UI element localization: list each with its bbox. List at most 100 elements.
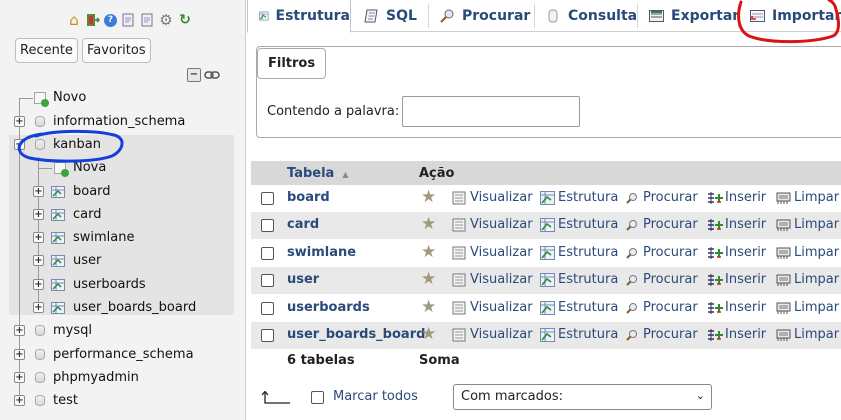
action-structure[interactable]: Estrutura <box>540 190 618 205</box>
tab-import[interactable]: Importar <box>750 0 841 32</box>
tab-query[interactable]: Consulta <box>546 0 637 32</box>
action-empty[interactable]: Limpar <box>776 327 839 342</box>
action-empty[interactable]: Limpar <box>776 190 839 205</box>
collapse-all-button[interactable]: − <box>187 68 201 82</box>
tree-item-label: Novo <box>53 90 87 105</box>
action-empty[interactable]: Limpar <box>776 300 839 315</box>
row-checkbox[interactable] <box>261 274 274 287</box>
reload-icon[interactable]: ↻ <box>177 12 193 28</box>
search-icon <box>625 218 639 232</box>
action-search[interactable]: Procurar <box>625 190 698 205</box>
with-selected-dropdown[interactable]: Com marcados: ⌄ <box>453 384 712 410</box>
action-empty[interactable]: Limpar <box>776 217 839 232</box>
row-checkbox[interactable] <box>261 192 274 205</box>
tab-search[interactable]: Procurar <box>440 0 530 32</box>
docs-icon[interactable] <box>120 12 136 28</box>
favorite-star-icon[interactable]: ★ <box>421 189 436 206</box>
column-header-table[interactable]: Tabela ▲ <box>287 166 348 181</box>
tab-recent[interactable]: Recente <box>15 38 78 63</box>
expand-icon[interactable]: + <box>33 232 44 243</box>
action-empty[interactable]: Limpar <box>776 272 839 287</box>
mark-all-link[interactable]: Marcar todos <box>333 389 418 404</box>
exit-icon[interactable] <box>85 12 101 28</box>
tab-sql[interactable]: SQL <box>364 0 417 32</box>
expand-icon[interactable]: + <box>14 349 25 360</box>
action-browse[interactable]: Visualizar <box>452 217 533 232</box>
action-structure[interactable]: Estrutura <box>540 272 618 287</box>
table-name-link[interactable]: userboards <box>287 300 370 315</box>
expand-icon[interactable]: + <box>33 209 44 220</box>
empty-icon <box>776 218 791 232</box>
action-empty[interactable]: Limpar <box>776 245 839 260</box>
row-checkbox[interactable] <box>261 219 274 232</box>
action-insert[interactable]: Inserir <box>707 272 766 287</box>
expand-icon[interactable]: + <box>14 395 25 406</box>
home-icon[interactable]: ⌂ <box>66 12 82 28</box>
row-checkbox[interactable] <box>261 329 274 342</box>
action-browse[interactable]: Visualizar <box>452 190 533 205</box>
table-name-link[interactable]: card <box>287 217 319 232</box>
action-search[interactable]: Procurar <box>625 217 698 232</box>
expand-icon[interactable]: + <box>14 325 25 336</box>
insert-icon <box>707 328 723 342</box>
expand-icon[interactable]: + <box>14 372 25 383</box>
expand-icon[interactable]: + <box>14 116 25 127</box>
tab-export[interactable]: Exportar <box>649 0 739 32</box>
filter-input[interactable] <box>402 96 580 127</box>
table-name-link[interactable]: user_boards_board <box>287 327 425 342</box>
tree-item-label: board <box>73 184 111 199</box>
action-structure[interactable]: Estrutura <box>540 217 618 232</box>
favorite-star-icon[interactable]: ★ <box>421 271 436 288</box>
main-content: Estrutura SQL Procurar Consulta Exportar… <box>247 0 841 420</box>
favorite-star-icon[interactable]: ★ <box>421 299 436 316</box>
favorite-star-icon[interactable]: ★ <box>421 216 436 233</box>
link-icon[interactable] <box>204 70 220 80</box>
action-search[interactable]: Procurar <box>625 272 698 287</box>
table-name-link[interactable]: swimlane <box>287 245 356 260</box>
action-label: Inserir <box>725 190 767 205</box>
table-name-link[interactable]: board <box>287 190 330 205</box>
action-browse[interactable]: Visualizar <box>452 245 533 260</box>
action-label: Procurar <box>643 245 698 260</box>
action-insert[interactable]: Inserir <box>707 245 766 260</box>
action-structure[interactable]: Estrutura <box>540 327 618 342</box>
tab-favorites[interactable]: Favoritos <box>81 38 151 63</box>
tab-label: Importar <box>772 8 841 24</box>
action-structure[interactable]: Estrutura <box>540 300 618 315</box>
action-browse[interactable]: Visualizar <box>452 327 533 342</box>
action-insert[interactable]: Inserir <box>707 217 766 232</box>
action-search[interactable]: Procurar <box>625 300 698 315</box>
action-insert[interactable]: Inserir <box>707 190 766 205</box>
table-name-link[interactable]: user <box>287 272 319 287</box>
action-insert[interactable]: Inserir <box>707 300 766 315</box>
favorite-star-icon[interactable]: ★ <box>421 244 436 261</box>
action-label: Limpar <box>794 300 840 315</box>
expand-icon[interactable]: + <box>33 279 44 290</box>
row-checkbox[interactable] <box>261 302 274 315</box>
docs-icon[interactable] <box>139 12 155 28</box>
action-browse[interactable]: Visualizar <box>452 300 533 315</box>
insert-icon <box>707 246 723 260</box>
database-icon <box>35 325 45 336</box>
tab-structure[interactable]: Estrutura <box>247 0 351 33</box>
action-browse[interactable]: Visualizar <box>452 272 533 287</box>
action-search[interactable]: Procurar <box>625 245 698 260</box>
action-search[interactable]: Procurar <box>625 327 698 342</box>
table-icon <box>51 186 65 198</box>
database-icon <box>35 395 45 406</box>
arrow-up-icon <box>261 391 290 404</box>
expand-icon[interactable]: + <box>33 255 44 266</box>
search-icon <box>625 301 639 315</box>
action-label: Limpar <box>794 245 840 260</box>
mark-all-checkbox[interactable] <box>311 391 324 404</box>
row-checkbox[interactable] <box>261 247 274 260</box>
action-insert[interactable]: Inserir <box>707 327 766 342</box>
expand-icon[interactable]: + <box>33 302 44 313</box>
database-icon <box>35 372 45 383</box>
expand-icon[interactable]: + <box>33 186 44 197</box>
collapse-icon[interactable]: − <box>14 139 25 150</box>
action-structure[interactable]: Estrutura <box>540 245 618 260</box>
favorite-star-icon[interactable]: ★ <box>421 326 436 343</box>
settings-icon[interactable]: ⚙ <box>158 12 174 28</box>
help-icon[interactable]: ? <box>104 14 117 27</box>
